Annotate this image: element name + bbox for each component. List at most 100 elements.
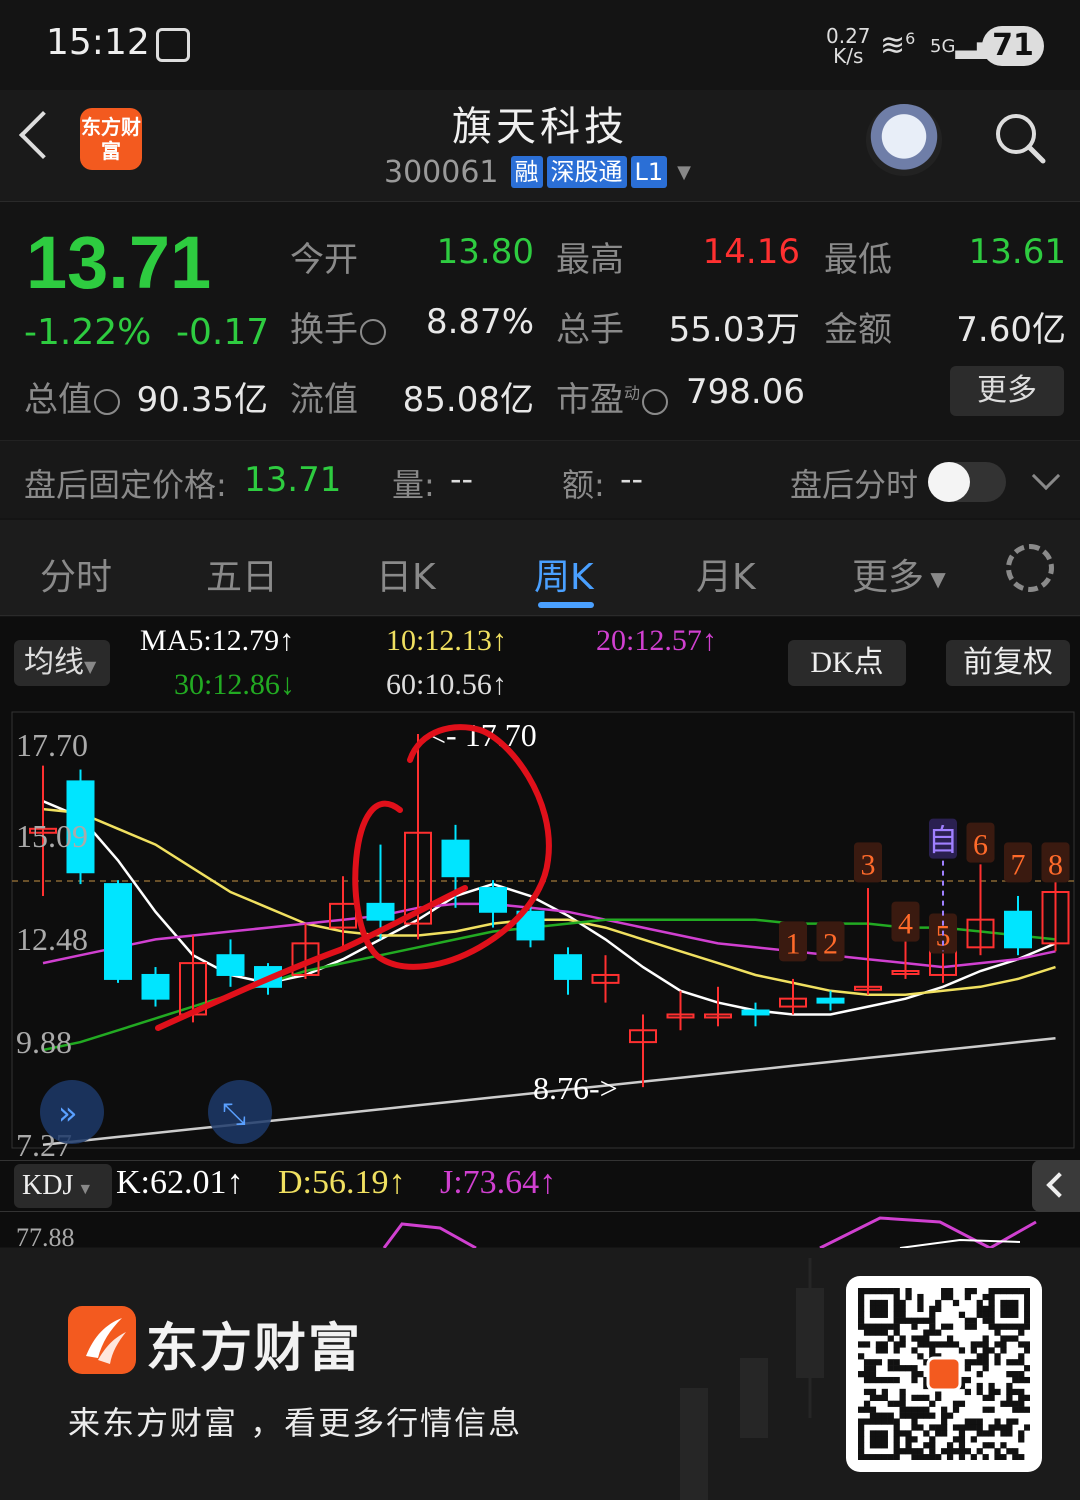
ma5-label: MA5:12.79↑ bbox=[140, 624, 295, 657]
net-speed-unit: K/s bbox=[833, 44, 864, 68]
toggle-knob[interactable] bbox=[928, 462, 970, 502]
candle-body bbox=[1004, 910, 1032, 949]
ma10-label: 10:12.13↑ bbox=[386, 624, 507, 657]
after-hours-label: 盘后固定价格: bbox=[24, 466, 227, 504]
tab-intraday[interactable]: 分时 bbox=[40, 548, 112, 600]
low-value: 13.61 bbox=[968, 232, 1066, 272]
stock-code: 300061 bbox=[384, 154, 499, 190]
indicator-selector[interactable]: KDJ ▼ bbox=[14, 1164, 112, 1208]
ma-selector[interactable]: 均线▼ bbox=[14, 640, 110, 686]
net-speed-value: 0.27 bbox=[826, 24, 871, 48]
pe-label-text: 市盈 bbox=[556, 380, 624, 420]
candle-body bbox=[141, 973, 170, 1000]
candle-body bbox=[816, 997, 845, 1004]
more-button[interactable]: 更多 bbox=[950, 366, 1064, 416]
qr-pattern bbox=[858, 1288, 1031, 1461]
ma60-label: 60:10.56↑ bbox=[386, 668, 507, 701]
screen-record-icon bbox=[156, 28, 190, 62]
info-icon[interactable] bbox=[94, 388, 120, 415]
stock-code-row[interactable]: 300061 融 深股通 L1 ▼ bbox=[384, 154, 691, 190]
dk-marker-label: 自 bbox=[928, 825, 958, 858]
candle-body bbox=[741, 1009, 770, 1016]
caret-down-icon: ▼ bbox=[924, 567, 946, 591]
turnover-label-text: 换手 bbox=[290, 310, 358, 350]
y-tick-label: 12.48 bbox=[16, 921, 88, 957]
tab-weekly-k[interactable]: 周K bbox=[534, 548, 594, 600]
ma20-label: 20:12.57↑ bbox=[596, 624, 717, 657]
active-tab-indicator bbox=[538, 602, 594, 608]
brand-name: 东方财富 bbox=[146, 1319, 363, 1379]
dk-marker-label: 8 bbox=[1048, 848, 1063, 881]
tag-level: L1 bbox=[630, 156, 668, 188]
market-cap-label[interactable]: 总值 bbox=[24, 372, 120, 421]
tab-five-day[interactable]: 五日 bbox=[206, 548, 278, 600]
tab-daily-k[interactable]: 日K bbox=[376, 548, 436, 600]
market-cap-value: 90.35亿 bbox=[136, 380, 268, 420]
signal-label: 5G bbox=[930, 36, 956, 57]
adjust-button[interactable]: 前复权 bbox=[946, 640, 1070, 686]
search-icon[interactable] bbox=[994, 112, 1046, 164]
candle-body bbox=[479, 887, 507, 913]
after-hours-amount: -- bbox=[620, 460, 644, 498]
chevron-down-icon[interactable]: ▼ bbox=[677, 162, 691, 183]
y-tick-label: 15.09 bbox=[16, 818, 88, 854]
after-hours-volume-label: 量: bbox=[392, 466, 435, 504]
status-time: 15:12 bbox=[46, 22, 150, 63]
volume-label: 总手 bbox=[556, 310, 624, 350]
float-cap-label: 流值 bbox=[290, 380, 358, 420]
tab-more[interactable]: 更多 ▼ bbox=[852, 548, 946, 600]
gear-icon[interactable] bbox=[1006, 544, 1054, 592]
wifi-icon: ≋6 bbox=[880, 28, 916, 63]
decorative-candles bbox=[680, 1258, 824, 1500]
kdj-k-value: K:62.01↑ bbox=[116, 1164, 244, 1201]
pe-label[interactable]: 市盈动 bbox=[556, 372, 669, 421]
info-icon[interactable] bbox=[360, 318, 386, 345]
high-label: 最高 bbox=[556, 240, 624, 280]
kline-chart[interactable]: 17.7015.0912.489.887.27<- 17.708.76-> 12… bbox=[0, 700, 1080, 1160]
dk-point-button[interactable]: DK点 bbox=[788, 640, 906, 686]
high-annotation: <- 17.70 bbox=[428, 717, 537, 753]
kdj-axis-label: 77.88 bbox=[16, 1223, 75, 1248]
kdj-d-value: D:56.19↑ bbox=[278, 1164, 406, 1201]
dk-marker-label: 1 bbox=[786, 927, 801, 960]
low-annotation: 8.76-> bbox=[533, 1070, 618, 1106]
candle-body bbox=[554, 954, 582, 980]
wifi-label: 6 bbox=[905, 29, 916, 48]
high-value: 14.16 bbox=[702, 232, 800, 272]
change-percent: -1.22% bbox=[24, 312, 152, 353]
after-hours-amount-label: 额: bbox=[562, 466, 605, 504]
open-label: 今开 bbox=[290, 240, 358, 280]
ma30-label: 30:12.86↓ bbox=[174, 668, 295, 701]
fullscreen-glyph: ⤡ bbox=[222, 1097, 246, 1132]
after-hours-volume: -- bbox=[450, 460, 474, 498]
market-cap-label-text: 总值 bbox=[24, 380, 92, 420]
tab-more-label: 更多 bbox=[852, 557, 925, 598]
candle-body bbox=[366, 902, 395, 921]
float-cap-value: 85.08亿 bbox=[402, 380, 534, 420]
dk-marker-label: 2 bbox=[823, 927, 838, 960]
after-hours-price: 13.71 bbox=[244, 460, 342, 500]
caret-down-icon: ▼ bbox=[73, 1181, 94, 1198]
dk-marker-label: 3 bbox=[861, 848, 876, 881]
tab-monthly-k[interactable]: 月K bbox=[696, 548, 756, 600]
y-tick-label: 9.88 bbox=[16, 1024, 72, 1060]
ma-selector-label: 均线 bbox=[24, 645, 84, 680]
tag-connect: 深股通 bbox=[546, 156, 627, 188]
after-hours-toggle-label: 盘后分时 bbox=[790, 466, 919, 504]
tag-margin: 融 bbox=[510, 156, 543, 188]
candle-body bbox=[216, 954, 245, 976]
candle-body bbox=[104, 883, 132, 980]
candle-body bbox=[441, 839, 470, 878]
turnover-label[interactable]: 换手 bbox=[290, 302, 386, 351]
turnover-value: 8.87% bbox=[425, 302, 534, 342]
assistant-robot-icon[interactable] bbox=[866, 104, 942, 176]
qr-code[interactable] bbox=[846, 1276, 1042, 1472]
volume-value: 55.03万 bbox=[668, 310, 800, 350]
pe-superscript: 动 bbox=[624, 383, 641, 403]
hand-drawn-trend bbox=[155, 885, 468, 1031]
battery-icon: 71 bbox=[982, 26, 1044, 66]
info-icon[interactable] bbox=[642, 388, 669, 415]
pe-value: 798.06 bbox=[686, 372, 805, 412]
indicator-selector-label: KDJ bbox=[22, 1170, 74, 1201]
current-price: 13.71 bbox=[26, 221, 212, 304]
